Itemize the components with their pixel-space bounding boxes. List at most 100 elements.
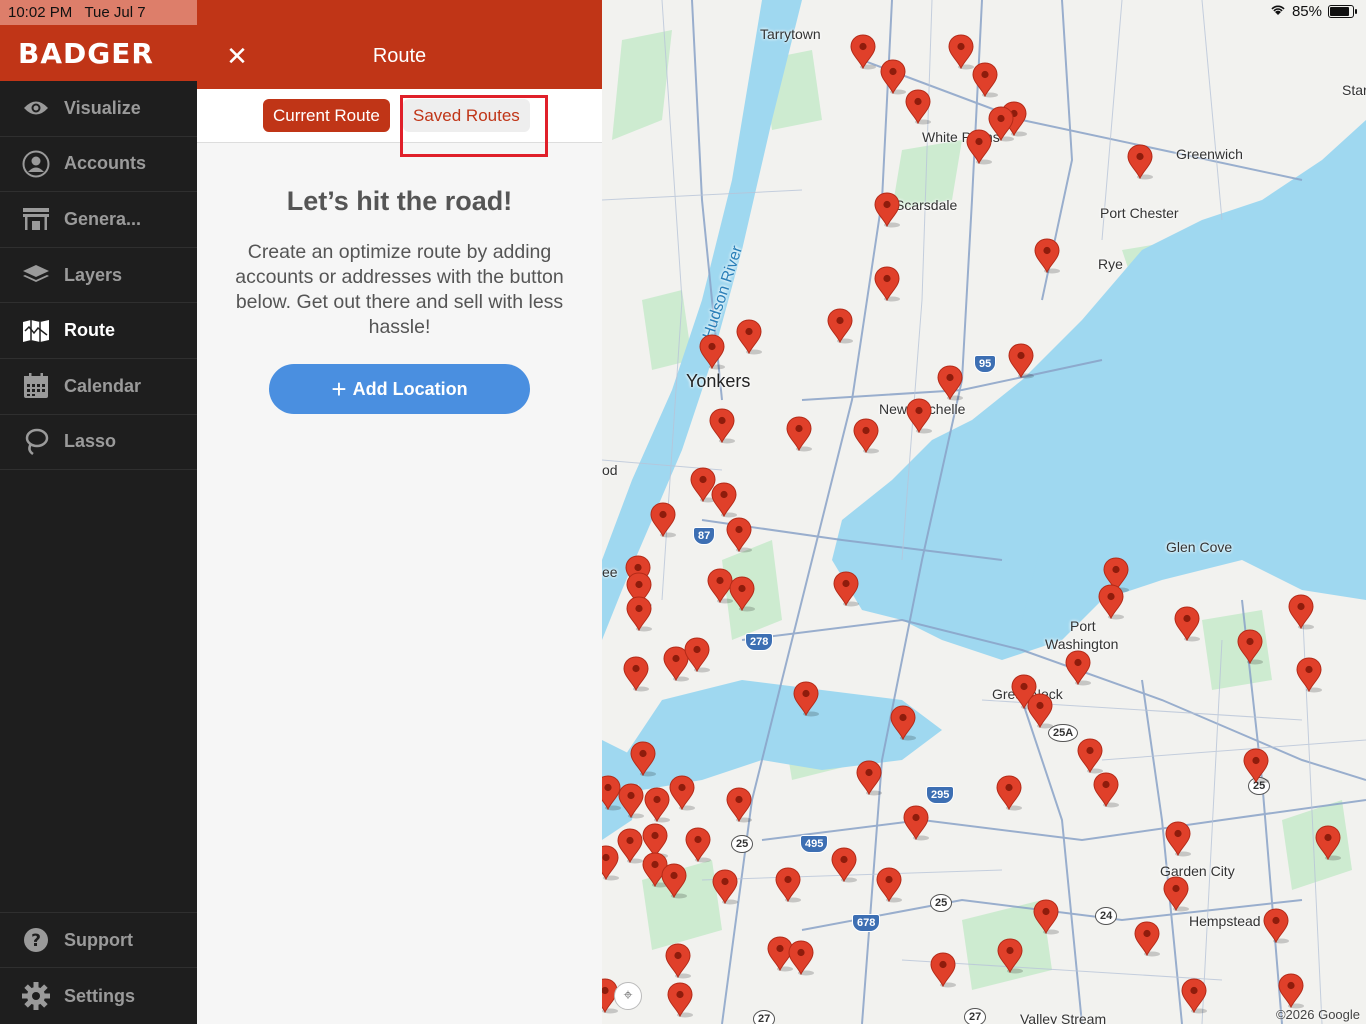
sidebar-item-layers[interactable]: Layers (0, 248, 197, 304)
sidebar-item-general[interactable]: Genera... (0, 192, 197, 248)
map-pin-icon[interactable] (618, 783, 644, 819)
map-pin-icon[interactable] (1033, 899, 1059, 935)
locate-me-button[interactable]: ⌖ (614, 982, 642, 1010)
map-pin-icon[interactable] (1098, 584, 1124, 620)
sidebar-item-calendar[interactable]: Calendar (0, 359, 197, 415)
panel-header: ✕ Route (197, 0, 602, 89)
sidebar-item-route[interactable]: Route (0, 303, 197, 359)
map-pin-icon[interactable] (1278, 973, 1304, 1009)
map-pin-icon[interactable] (786, 416, 812, 452)
map-label-port-chester: Port Chester (1100, 205, 1179, 221)
map-pin-icon[interactable] (930, 952, 956, 988)
map-pin-icon[interactable] (880, 59, 906, 95)
map-label-scarsdale: Scarsdale (895, 197, 958, 213)
map-view[interactable]: Tarrytown White Plains Greenwich Port Ch… (602, 0, 1366, 1024)
map-pin-icon[interactable] (1034, 238, 1060, 274)
map-pin-icon[interactable] (1296, 657, 1322, 693)
highway-shield-495: 495 (800, 835, 829, 853)
map-pin-icon[interactable] (726, 787, 752, 823)
map-pin-icon[interactable] (856, 760, 882, 796)
map-pin-icon[interactable] (890, 705, 916, 741)
map-pin-icon[interactable] (793, 681, 819, 717)
map-pin-icon[interactable] (906, 398, 932, 434)
map-pin-icon[interactable] (831, 847, 857, 883)
map-pin-icon[interactable] (1134, 921, 1160, 957)
map-pin-icon[interactable] (853, 418, 879, 454)
map-pin-icon[interactable] (996, 775, 1022, 811)
highway-shield-295: 295 (926, 786, 955, 804)
map-pin-icon[interactable] (775, 867, 801, 903)
map-label-valley-stream: Valley Stream (1020, 1011, 1107, 1024)
add-location-button[interactable]: + Add Location (269, 364, 530, 414)
brand-logo[interactable]: BADGER (0, 25, 197, 81)
map-pin-icon[interactable] (1315, 825, 1341, 861)
map-pin-icon[interactable] (650, 502, 676, 538)
map-pin-icon[interactable] (699, 334, 725, 370)
map-pin-icon[interactable] (972, 62, 998, 98)
map-label-port-washington-1: Port (1070, 618, 1096, 634)
map-pin-icon[interactable] (626, 596, 652, 632)
map-pin-icon[interactable] (1027, 693, 1053, 729)
map-pin-icon[interactable] (937, 365, 963, 401)
sidebar-item-label: Support (64, 929, 133, 950)
route-panel: ✕ Route Current Route Saved Routes Let’s… (197, 0, 602, 1024)
map-pin-icon[interactable] (669, 775, 695, 811)
map-pin-icon[interactable] (997, 938, 1023, 974)
map-pin-icon[interactable] (874, 192, 900, 228)
map-label-ee: ee (602, 564, 618, 580)
map-pin-icon[interactable] (833, 571, 859, 607)
map-pin-icon[interactable] (1174, 606, 1200, 642)
map-pin-icon[interactable] (661, 863, 687, 899)
map-pin-icon[interactable] (966, 129, 992, 165)
sidebar-item-visualize[interactable]: Visualize (0, 81, 197, 137)
empty-state-title: Let’s hit the road! (286, 186, 513, 216)
map-pin-icon[interactable] (903, 805, 929, 841)
map-pin-icon[interactable] (602, 845, 619, 881)
map-pin-icon[interactable] (1263, 908, 1289, 944)
sidebar-item-settings[interactable]: Settings (0, 968, 197, 1024)
map-pin-icon[interactable] (684, 637, 710, 673)
map-pin-icon[interactable] (876, 867, 902, 903)
map-pin-icon[interactable] (1008, 343, 1034, 379)
map-pin-icon[interactable] (709, 408, 735, 444)
map-pin-icon[interactable] (1181, 978, 1207, 1014)
map-pin-icon[interactable] (1288, 594, 1314, 630)
map-pin-icon[interactable] (685, 827, 711, 863)
battery-icon (1328, 5, 1357, 18)
map-pin-icon[interactable] (736, 319, 762, 355)
map-pin-icon[interactable] (905, 89, 931, 125)
map-pin-icon[interactable] (1243, 748, 1269, 784)
map-pin-icon[interactable] (1127, 144, 1153, 180)
map-pin-icon[interactable] (644, 787, 670, 823)
sidebar-item-lasso[interactable]: Lasso (0, 415, 197, 471)
map-pin-icon[interactable] (726, 517, 752, 553)
sidebar-item-accounts[interactable]: Accounts (0, 137, 197, 193)
map-pin-icon[interactable] (1237, 629, 1263, 665)
map-pin-icon[interactable] (630, 741, 656, 777)
sidebar-item-label: Layers (64, 264, 123, 285)
tab-current-route[interactable]: Current Route (263, 99, 390, 132)
map-pin-icon[interactable] (1165, 821, 1191, 857)
map-pin-icon[interactable] (617, 828, 643, 864)
map-pin-icon[interactable] (711, 482, 737, 518)
map-pin-icon[interactable] (788, 940, 814, 976)
map-pin-icon[interactable] (667, 982, 693, 1018)
map-pin-icon[interactable] (874, 266, 900, 302)
map-pin-icon[interactable] (729, 576, 755, 612)
map-pin-icon[interactable] (1163, 876, 1189, 912)
map-pin-icon[interactable] (1077, 738, 1103, 774)
layers-icon (22, 261, 50, 289)
map-label-star: Star (1342, 82, 1366, 98)
map-pin-icon[interactable] (850, 34, 876, 70)
map-pin-icon[interactable] (623, 656, 649, 692)
map-pin-icon[interactable] (665, 943, 691, 979)
map-pin-icon[interactable] (712, 869, 738, 905)
map-pin-icon[interactable] (1093, 772, 1119, 808)
map-pin-icon[interactable] (827, 308, 853, 344)
map-copyright: ©2026 Google (1275, 1007, 1360, 1022)
sidebar-item-support[interactable]: ? Support (0, 913, 197, 969)
svg-text:?: ? (31, 931, 41, 951)
map-pin-icon[interactable] (1065, 650, 1091, 686)
map-pin-icon[interactable] (948, 34, 974, 70)
highway-shield-278: 278 (745, 633, 774, 651)
